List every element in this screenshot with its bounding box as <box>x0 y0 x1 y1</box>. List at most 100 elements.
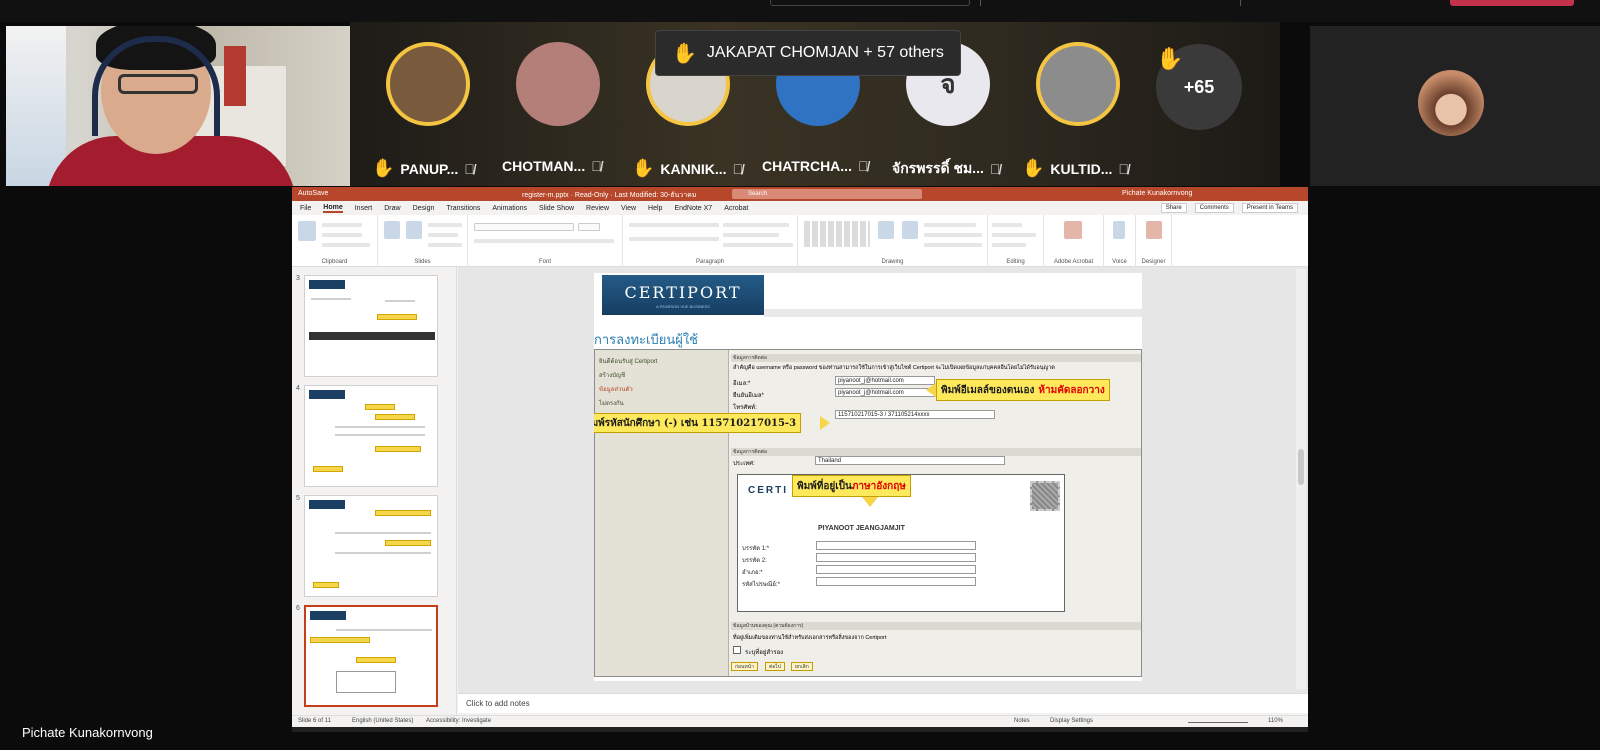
video-background-binder <box>224 46 246 106</box>
create-pdf-icon[interactable] <box>1064 221 1082 239</box>
participant-name-row: ✋ KANNIK... 🎙̸ <box>632 158 772 179</box>
raised-hand-notification[interactable]: ✋ JAKAPAT CHOMJAN + 57 others <box>655 30 961 76</box>
present-in-teams-button[interactable]: Present in Teams <box>1241 203 1298 213</box>
autosave-toggle[interactable]: AutoSave <box>298 190 328 197</box>
address-line1-input[interactable] <box>816 541 976 550</box>
slide-thumbnail[interactable] <box>304 385 438 487</box>
align-text-button[interactable] <box>723 233 779 237</box>
replace-button[interactable] <box>992 233 1036 237</box>
tab-view[interactable]: View <box>621 205 636 212</box>
participant-tile[interactable]: CHOTMAN... 🎙̸ <box>502 42 612 182</box>
tab-review[interactable]: Review <box>586 205 609 212</box>
shape-outline-button[interactable] <box>924 233 982 237</box>
text-direction-button[interactable] <box>723 223 789 227</box>
status-notes-button[interactable]: Notes <box>1014 718 1030 724</box>
confirm-email-input[interactable]: piyanoot_j@hotmail.com <box>835 388 935 397</box>
shape-fill-button[interactable] <box>924 223 976 227</box>
arrange-icon[interactable] <box>878 221 894 239</box>
tab-transitions[interactable]: Transitions <box>446 205 480 212</box>
font-format-buttons[interactable] <box>474 239 614 243</box>
share-button[interactable]: Share <box>1160 203 1187 213</box>
presenter-name: Pichate Kunakornvong <box>22 725 153 740</box>
tab-endnote[interactable]: EndNote X7 <box>674 205 712 212</box>
list-buttons[interactable] <box>629 223 719 227</box>
section-home: ข้อมูลบ้านของคุณ (ตามต้องการ) <box>731 622 1141 630</box>
tab-draw[interactable]: Draw <box>384 205 400 212</box>
participant-tile[interactable]: ✋ KULTID... 🎙̸ <box>1022 42 1132 182</box>
smartart-button[interactable] <box>723 243 793 247</box>
align-buttons[interactable] <box>629 237 719 241</box>
arrow-left-icon <box>926 383 936 397</box>
status-display-settings[interactable]: Display Settings <box>1050 718 1093 724</box>
cancel-button[interactable]: ยกเลิก <box>791 662 813 671</box>
envelope-name: PIYANOOT JEANGJAMJIT <box>818 525 905 532</box>
student-id-input[interactable]: 115710217015-3 / 371105214xxxx <box>835 410 995 419</box>
reuse-slides-icon[interactable] <box>406 221 422 239</box>
scrollbar-thumb[interactable] <box>1298 449 1304 485</box>
font-name-select[interactable] <box>474 223 574 231</box>
tab-home[interactable]: Home <box>323 204 343 213</box>
shape-effects-button[interactable] <box>924 243 982 247</box>
tab-animations[interactable]: Animations <box>492 205 527 212</box>
email-input[interactable]: piyanoot_j@hotmail.com <box>835 376 935 385</box>
group-designer: Designer <box>1136 215 1172 267</box>
thumb-callout <box>377 314 417 320</box>
dictate-icon[interactable] <box>1113 221 1125 239</box>
current-slide[interactable]: CERTIPORT A PEARSON VUE BUSINESS การลงทะ… <box>594 273 1142 681</box>
layout-button[interactable] <box>428 223 462 227</box>
alt-address-checkbox[interactable] <box>733 646 741 654</box>
country-select[interactable]: Thailand <box>815 456 1005 465</box>
ppt-search-box[interactable]: Search <box>732 189 922 199</box>
top-search-box[interactable] <box>770 0 970 6</box>
format-painter-button[interactable] <box>322 243 370 247</box>
design-ideas-icon[interactable] <box>1146 221 1162 239</box>
next-button[interactable]: ต่อไป <box>765 662 785 671</box>
nav-item-create-account[interactable]: สร้างบัญชี <box>599 370 625 380</box>
tab-acrobat[interactable]: Acrobat <box>724 205 748 212</box>
nav-item-welcome[interactable]: ยินดีต้อนรับสู่ Certiport <box>599 356 657 366</box>
district-input[interactable] <box>816 565 976 574</box>
zoom-slider[interactable] <box>1188 722 1248 723</box>
back-button[interactable]: ก่อนหน้า <box>731 662 758 671</box>
tab-file[interactable]: File <box>300 205 311 212</box>
vertical-scrollbar[interactable] <box>1296 269 1306 689</box>
select-button[interactable] <box>992 243 1026 247</box>
presenter-video[interactable] <box>6 26 350 186</box>
paste-icon[interactable] <box>298 221 316 241</box>
cut-button[interactable] <box>322 223 362 227</box>
ribbon: Clipboard Slides Font Paragraph Drawing … <box>292 215 1308 267</box>
slide-thumbnail[interactable] <box>304 495 438 597</box>
nav-item-personal-info[interactable]: ข้อมูลส่วนตัว <box>599 384 633 394</box>
font-size-select[interactable] <box>578 223 600 231</box>
tab-design[interactable]: Design <box>413 205 435 212</box>
shapes-gallery[interactable] <box>804 221 870 247</box>
confirm-email-label: ยืนยันอีเมล* <box>733 393 764 399</box>
tab-insert[interactable]: Insert <box>355 205 373 212</box>
find-button[interactable] <box>992 223 1022 227</box>
tab-slide-show[interactable]: Slide Show <box>539 205 574 212</box>
section-button[interactable] <box>428 243 462 247</box>
notes-pane[interactable]: Click to add notes <box>458 693 1308 713</box>
comments-button[interactable]: Comments <box>1194 203 1234 213</box>
nav-item-mismatch[interactable]: ไม่ตรงกัน <box>599 398 624 408</box>
status-accessibility[interactable]: Accessibility: Investigate <box>426 718 491 724</box>
reset-button[interactable] <box>428 233 458 237</box>
slide-thumbnail-selected[interactable] <box>304 605 438 707</box>
copy-button[interactable] <box>322 233 362 237</box>
mic-muted-icon: 🎙̸ <box>989 161 1001 177</box>
status-language[interactable]: English (United States) <box>352 718 413 724</box>
tab-help[interactable]: Help <box>648 205 662 212</box>
thumb-callout <box>310 637 370 643</box>
slide-thumbnail[interactable] <box>304 275 438 377</box>
address-line2-input[interactable] <box>816 553 976 562</box>
new-slide-icon[interactable] <box>384 221 400 239</box>
participant-video-tile[interactable] <box>1310 26 1600 186</box>
arrow-right-icon <box>820 416 830 430</box>
quick-styles-icon[interactable] <box>902 221 918 239</box>
group-voice: Voice <box>1104 215 1136 267</box>
participant-tile[interactable]: ✋ PANUP... 🎙̸ <box>372 42 482 182</box>
leave-button[interactable] <box>1450 0 1574 6</box>
raised-hand-icon: ✋ <box>672 42 697 65</box>
postal-input[interactable] <box>816 577 976 586</box>
status-zoom[interactable]: 110% <box>1268 718 1283 724</box>
